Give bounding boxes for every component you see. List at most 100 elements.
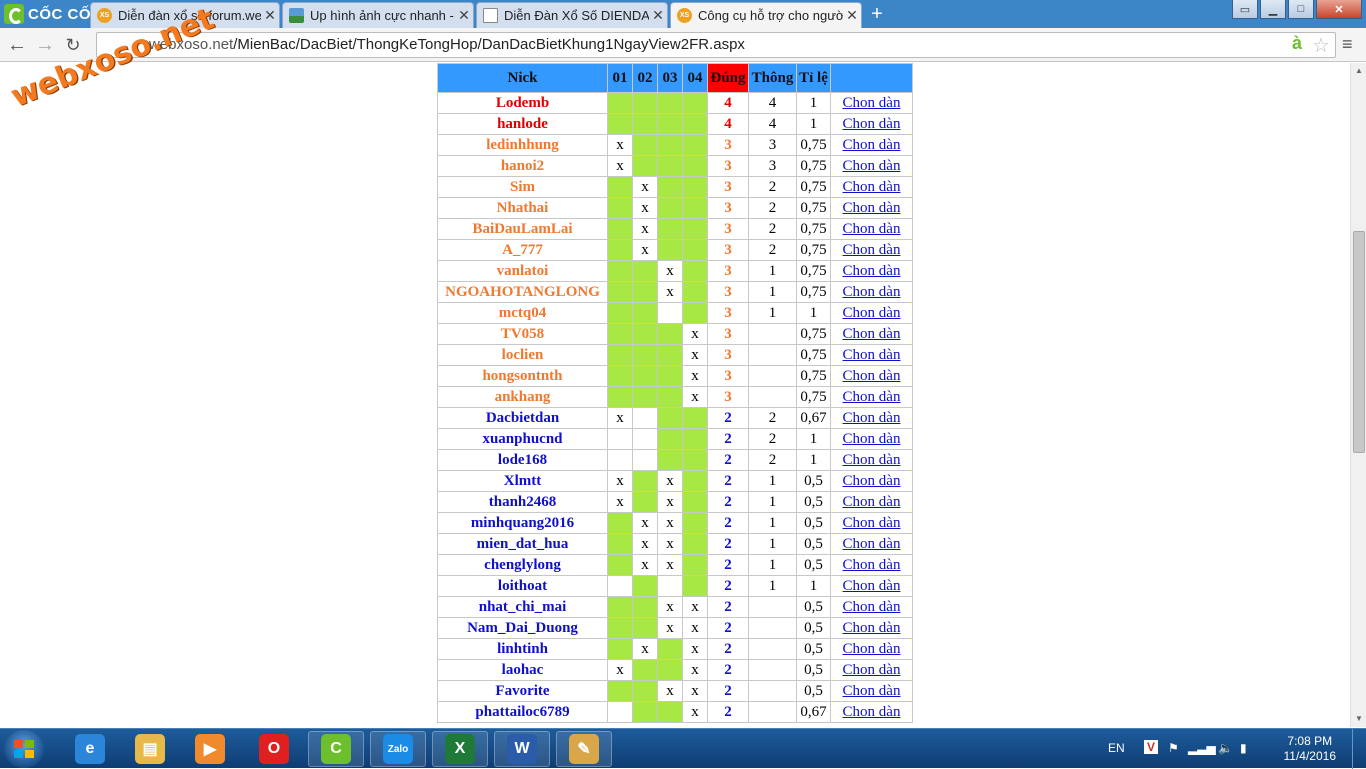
dung-cell: 3 — [707, 176, 749, 198]
scroll-thumb[interactable] — [1353, 231, 1365, 453]
chon-dan-link[interactable]: Chon dàn — [843, 536, 901, 552]
chon-dan-link[interactable]: Chon dàn — [843, 368, 901, 384]
position-2-cell — [632, 386, 658, 408]
coccoc-a-icon[interactable]: à — [1292, 33, 1302, 54]
paint-icon[interactable]: ✎ — [556, 731, 612, 767]
nick-cell: chenglylong — [437, 554, 608, 576]
start-button[interactable] — [4, 730, 44, 768]
chon-dan-link[interactable]: Chon dàn — [843, 347, 901, 363]
chon-dan-link[interactable]: Chon dàn — [843, 221, 901, 237]
chon-dan-link[interactable]: Chon dàn — [843, 662, 901, 678]
chon-dan-link[interactable]: Chon dàn — [843, 515, 901, 531]
chon-dan-link[interactable]: Chon dàn — [843, 326, 901, 342]
tile-cell: 0,75 — [796, 344, 831, 366]
chon-dan-link[interactable]: Chon dàn — [843, 284, 901, 300]
tile-cell: 0,75 — [796, 281, 831, 303]
nick-cell: linhtinh — [437, 638, 608, 660]
zalo-icon[interactable]: Zalo — [370, 731, 426, 767]
close-icon[interactable]: ✕ — [455, 7, 473, 24]
chon-dan-link[interactable]: Chon dàn — [843, 410, 901, 426]
chon-dan-link[interactable]: Chon dàn — [843, 620, 901, 636]
table-row: phattailoc6789 x 2 0,67 Chon dàn — [437, 701, 913, 723]
chon-dan-link[interactable]: Chon dàn — [843, 494, 901, 510]
chon-dan-link[interactable]: Chon dàn — [843, 137, 901, 153]
chon-dan-link[interactable]: Chon dàn — [843, 683, 901, 699]
chon-dan-link[interactable]: Chon dàn — [843, 179, 901, 195]
tile-cell: 0,67 — [796, 701, 831, 723]
close-icon[interactable]: ✕ — [649, 7, 667, 24]
opera-icon[interactable]: O — [246, 731, 302, 767]
resize-icon[interactable]: ▭ — [1232, 0, 1258, 19]
new-tab-icon[interactable]: + — [866, 4, 888, 24]
media-player-icon[interactable]: ▶ — [182, 731, 238, 767]
battery-icon[interactable]: ▮ — [1240, 741, 1247, 755]
tab-diendan-xoso[interactable]: Diễn Đàn Xổ Số DIENDAN ✕ — [476, 2, 668, 28]
window-close-icon[interactable]: ✕ — [1316, 0, 1362, 19]
clock[interactable]: 7:08 PM 11/4/2016 — [1284, 734, 1337, 764]
chon-dan-link[interactable]: Chon dàn — [843, 641, 901, 657]
address-bar[interactable]: webxoso.net/MienBac/DacBiet/ThongKeTongH… — [96, 32, 1336, 58]
position-3-cell — [657, 638, 683, 660]
position-3-cell — [657, 176, 683, 198]
chon-dan-link[interactable]: Chon dàn — [843, 116, 901, 132]
position-1-cell — [607, 617, 633, 639]
chon-dan-link[interactable]: Chon dàn — [843, 452, 901, 468]
position-1-cell: x — [607, 134, 633, 156]
chon-dan-link[interactable]: Chon dàn — [843, 704, 901, 720]
nick-cell: Favorite — [437, 680, 608, 702]
thong-cell: 1 — [748, 302, 797, 324]
chon-dan-link[interactable]: Chon dàn — [843, 158, 901, 174]
close-icon[interactable]: ✕ — [843, 7, 861, 24]
chon-dan-link[interactable]: Chon dàn — [843, 557, 901, 573]
menu-icon[interactable]: ≡ — [1342, 34, 1353, 55]
position-3-cell — [657, 113, 683, 135]
position-2-cell — [632, 575, 658, 597]
ie-icon[interactable]: e — [62, 731, 118, 767]
chon-dan-link[interactable]: Chon dàn — [843, 242, 901, 258]
word-icon[interactable]: W — [494, 731, 550, 767]
chon-dan-link[interactable]: Chon dàn — [843, 473, 901, 489]
chon-dan-link[interactable]: Chon dàn — [843, 263, 901, 279]
explorer-icon[interactable]: ▤ — [122, 731, 178, 767]
volume-icon[interactable]: 🔈 — [1218, 741, 1233, 755]
show-desktop-button[interactable] — [1352, 729, 1366, 769]
chon-dan-link[interactable]: Chon dàn — [843, 389, 901, 405]
close-icon[interactable]: ✕ — [261, 7, 279, 24]
language-indicator[interactable]: EN — [1108, 741, 1125, 755]
minimize-icon[interactable]: ▁ — [1260, 0, 1286, 19]
maximize-icon[interactable]: □ — [1288, 0, 1314, 19]
coccoc-logo[interactable]: CỐC CỐC — [4, 4, 102, 24]
action-cell: Chon dàn — [830, 533, 913, 555]
dung-cell: 4 — [707, 92, 749, 114]
table-row: lode168 2 2 1 Chon dàn — [437, 449, 913, 471]
position-3-cell — [657, 575, 683, 597]
chon-dan-link[interactable]: Chon dàn — [843, 578, 901, 594]
chon-dan-link[interactable]: Chon dàn — [843, 305, 901, 321]
tab-up-hinh[interactable]: Up hình ảnh cực nhanh - U ✕ — [282, 2, 474, 28]
position-4-cell: x — [682, 323, 708, 345]
position-2-cell — [632, 449, 658, 471]
back-icon[interactable]: ← — [6, 34, 28, 56]
flag-icon[interactable]: ⚑ — [1168, 741, 1179, 755]
chon-dan-link[interactable]: Chon dàn — [843, 431, 901, 447]
bookmark-star-icon[interactable]: ☆ — [1312, 33, 1330, 58]
unikey-icon[interactable]: V — [1144, 740, 1159, 754]
vertical-scrollbar[interactable]: ▲ ▼ — [1350, 63, 1366, 727]
chon-dan-link[interactable]: Chon dàn — [843, 95, 901, 111]
dung-cell: 2 — [707, 701, 749, 723]
scroll-down-icon[interactable]: ▼ — [1351, 711, 1366, 727]
thong-cell: 1 — [748, 491, 797, 513]
tab-cong-cu[interactable]: XS Công cụ hỗ trợ cho người ✕ — [670, 2, 862, 28]
network-icon[interactable]: ▂▃▅ — [1188, 741, 1216, 755]
tile-cell: 1 — [796, 92, 831, 114]
scroll-up-icon[interactable]: ▲ — [1351, 63, 1366, 79]
coccoc-icon[interactable]: C — [308, 731, 364, 767]
media-player-icon-glyph: ▶ — [195, 734, 225, 764]
page-content: Nick 01 02 03 04 Đúng Thông Tỉ lệ Lodemb… — [0, 63, 1350, 727]
excel-icon[interactable]: X — [432, 731, 488, 767]
chon-dan-link[interactable]: Chon dàn — [843, 599, 901, 615]
position-2-cell — [632, 323, 658, 345]
table-row: nhat_chi_mai x x 2 0,5 Chon dàn — [437, 596, 913, 618]
chon-dan-link[interactable]: Chon dàn — [843, 200, 901, 216]
forward-icon[interactable]: → — [34, 34, 56, 56]
